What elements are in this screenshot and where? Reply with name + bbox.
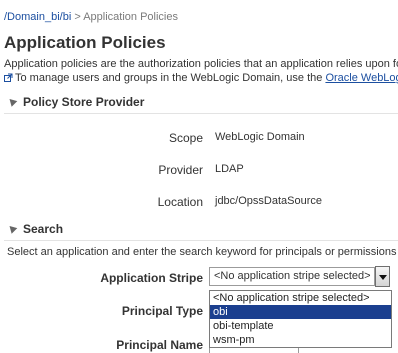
location-label: Location [157,195,203,209]
search-header-label: Search [23,222,64,236]
policy-store-section-header[interactable]: Policy Store Provider [6,95,145,109]
dropdown-option[interactable]: wsm-pm [210,333,391,347]
application-stripe-select[interactable]: <No application stripe selected> [209,267,375,286]
external-link-icon [4,73,13,82]
section-divider [4,113,398,114]
location-value: jdbc/OpssDataSource [215,195,322,207]
dropdown-option-highlighted[interactable]: obi [210,305,391,319]
section-divider [4,240,398,241]
application-stripe-label: Application Stripe [100,271,203,285]
breadcrumb: /Domain_bi/bi > Application Policies [4,11,178,23]
collapse-triangle-icon[interactable] [6,223,18,234]
application-policies-page: /Domain_bi/bi > Application Policies App… [0,0,398,353]
page-description: Application policies are the authorizati… [4,58,398,70]
application-stripe-dropdown[interactable]: <No application stripe selected> obi obi… [209,290,392,348]
breadcrumb-current: Application Policies [83,11,178,23]
provider-value: LDAP [215,163,244,175]
breadcrumb-separator: > [74,11,81,23]
search-section-header[interactable]: Search [6,222,64,236]
collapse-triangle-icon[interactable] [6,96,18,107]
manage-users-hint: To manage users and groups in the WebLog… [4,72,398,84]
dropdown-option[interactable]: obi-template [210,319,391,333]
breadcrumb-domain-link[interactable]: /Domain_bi/bi [4,11,71,23]
policy-store-header-label: Policy Store Provider [23,95,145,109]
principal-type-label: Principal Type [121,304,203,318]
scope-value: WebLogic Domain [215,131,305,143]
provider-label: Provider [158,163,203,177]
manage-users-text: To manage users and groups in the WebLog… [15,72,323,84]
chevron-down-icon [379,275,387,280]
dropdown-toggle-button[interactable] [375,266,390,287]
scope-label: Scope [168,131,203,145]
principal-name-label: Principal Name [116,338,203,352]
search-description: Select an application and enter the sear… [7,246,397,258]
page-title: Application Policies [4,33,166,52]
oracle-weblogic-link[interactable]: Oracle WebLogi [325,72,398,84]
dropdown-option[interactable]: <No application stripe selected> [210,291,391,305]
